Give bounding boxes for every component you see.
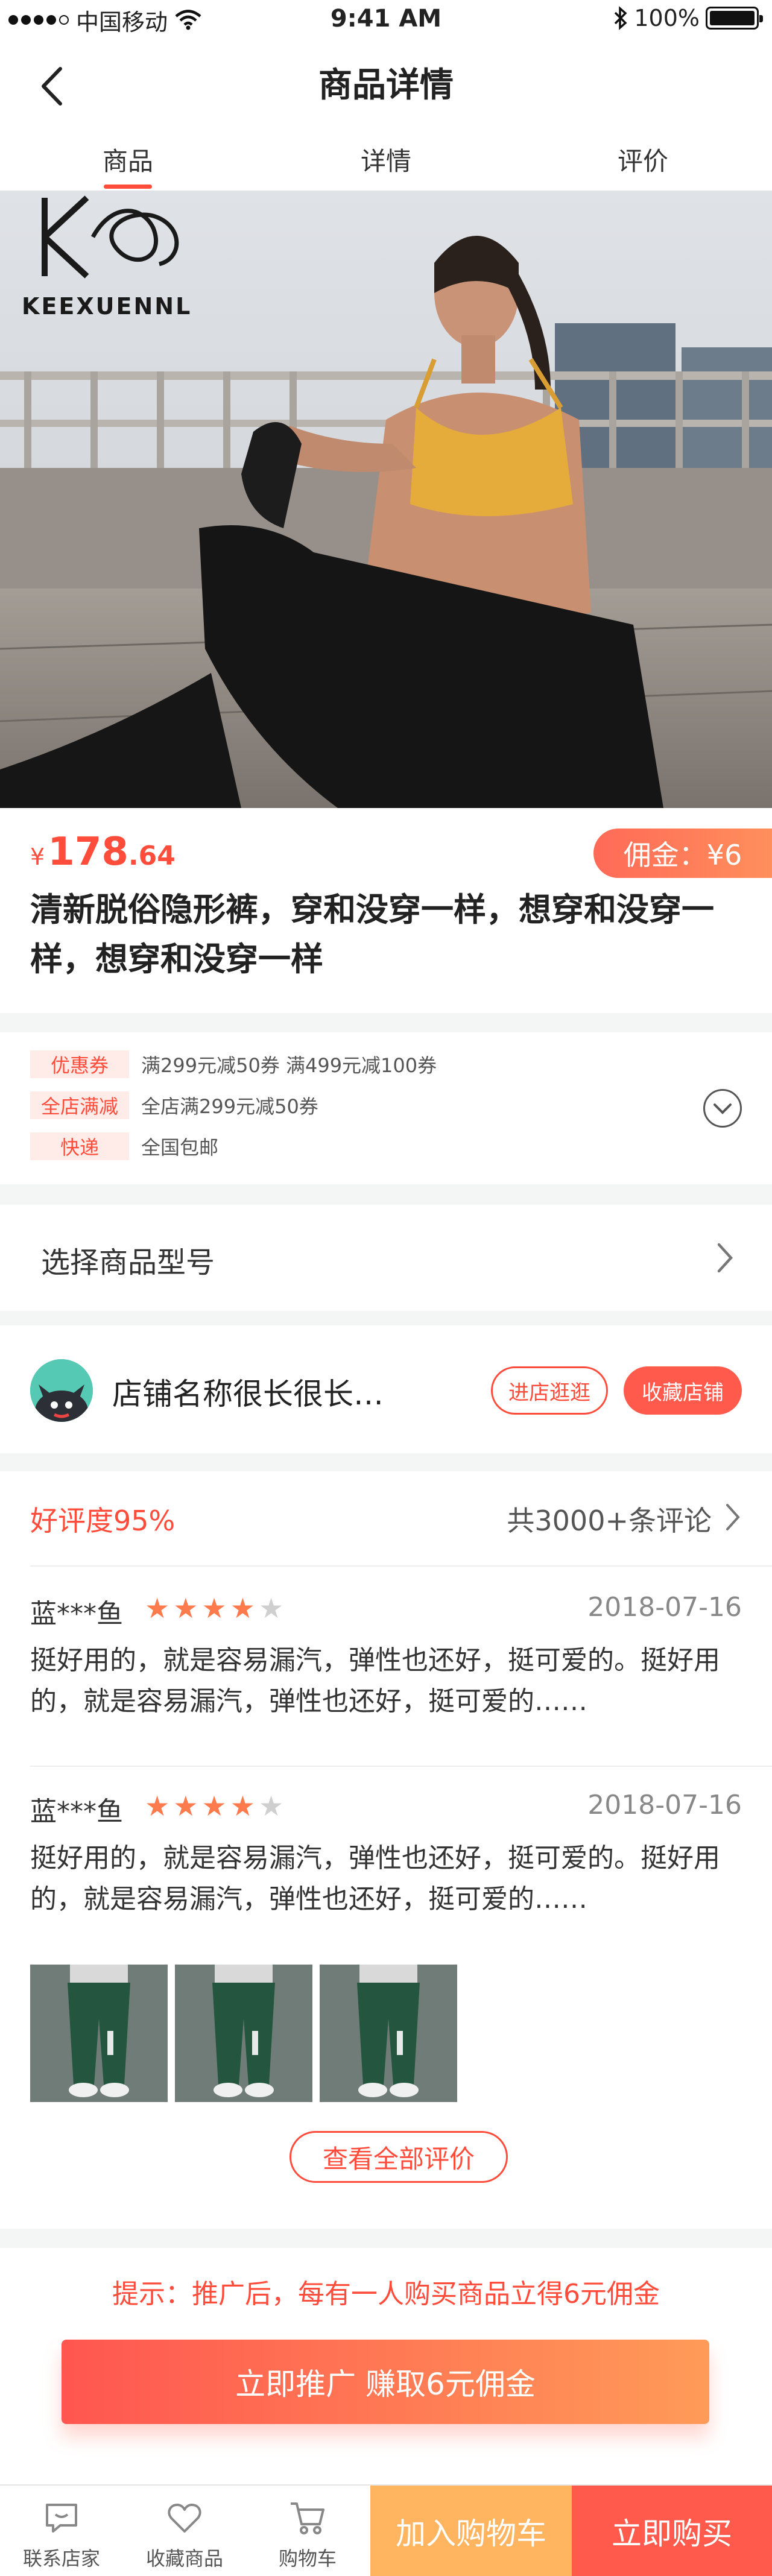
select-model-row[interactable]: 选择商品型号 — [0, 1205, 772, 1311]
commission-badge: 佣金：¥6 — [593, 829, 772, 878]
review-photo[interactable] — [175, 1965, 312, 2102]
promo-text: 全店满299元减50券 — [141, 1095, 318, 1118]
star-icon: ★ — [145, 1592, 170, 1624]
battery-percent: 100% — [634, 5, 700, 31]
promo-section[interactable]: 优惠券 满299元减50券 满499元减100券 全店满减 全店满299元减50… — [0, 1032, 772, 1184]
star-empty-icon: ★ — [259, 1592, 284, 1624]
divider — [30, 1565, 772, 1567]
review-photo[interactable] — [30, 1965, 168, 2102]
review-photo[interactable] — [320, 1965, 457, 2102]
price: ¥ 178.64 — [30, 830, 176, 874]
brand-logo-text: KEEXUENNL — [22, 293, 192, 320]
star-icon: ★ — [173, 1790, 198, 1822]
bluetooth-icon — [615, 6, 627, 30]
review-date: 2018-07-16 — [587, 1592, 742, 1623]
star-icon: ★ — [145, 1790, 170, 1822]
section-gap — [0, 1184, 772, 1205]
review-count-link[interactable]: 共3000+条评论 — [507, 1499, 712, 1539]
review-photos — [30, 1965, 457, 2102]
promote-tip: 提示：推广后，每有一人购买商品立得6元佣金 — [112, 2279, 660, 2309]
promo-text: 全国包邮 — [141, 1136, 219, 1159]
heart-icon — [168, 2504, 201, 2533]
buy-now-button[interactable]: 立即购买 — [572, 2486, 772, 2576]
star-icon: ★ — [230, 1790, 255, 1822]
favorite-product-label: 收藏商品 — [145, 2547, 223, 2570]
brand-logo — [42, 195, 179, 279]
contact-seller-button[interactable]: 联系店家 — [1, 2486, 122, 2576]
promote-button[interactable]: 立即推广 赚取6元佣金 — [62, 2340, 709, 2424]
review-photo-image — [175, 1965, 312, 2102]
promo-tag: 快递 — [30, 1132, 129, 1160]
star-icon: ★ — [201, 1592, 227, 1624]
chat-icon — [46, 2504, 77, 2533]
star-icon: ★ — [201, 1790, 227, 1822]
star-icon: ★ — [230, 1592, 255, 1624]
promo-tag: 全店满减 — [30, 1091, 129, 1119]
chevron-right-icon — [717, 1243, 733, 1273]
section-gap — [0, 1453, 772, 1471]
nav-bar: 商品详情 — [0, 40, 772, 130]
favorite-shop-button[interactable]: 收藏店铺 — [624, 1366, 742, 1415]
price-integer: 178 — [48, 830, 128, 874]
cart-icon — [291, 2502, 324, 2534]
select-model-label: 选择商品型号 — [41, 1246, 215, 1280]
status-bar: 中国移动 9:41 AM 100% — [0, 0, 772, 40]
section-gap — [0, 2229, 772, 2248]
promo-row-coupon: 优惠券 满299元减50券 满499元减100券 — [30, 1050, 437, 1078]
shop-avatar[interactable] — [30, 1359, 93, 1422]
review-text: 挺好用的，就是容易漏汽，弹性也还好，挺可爱的。挺好用的，就是容易漏汽，弹性也还好… — [30, 1645, 720, 1717]
status-right: 100% — [613, 5, 763, 31]
bottom-bar: 联系店家 收藏商品 购物车 加入购物车 立即购买 — [0, 2484, 772, 2576]
tab-product[interactable]: 商品 — [68, 141, 188, 189]
tab-details[interactable]: 详情 — [326, 141, 446, 178]
review-user: 蓝***鱼 — [30, 1796, 123, 1827]
review-item: 蓝***鱼 ★ ★ ★ ★ ★ 2018-07-16 挺好用的，就是容易漏汽，弹… — [30, 1790, 742, 2115]
promo-text: 满299元减50券 满499元减100券 — [141, 1054, 437, 1077]
price-decimal: .64 — [128, 841, 176, 871]
promo-row-shipping: 快递 全国包邮 — [30, 1132, 218, 1160]
section-gap — [0, 1311, 772, 1325]
star-icon: ★ — [173, 1592, 198, 1624]
chevron-down-icon — [713, 1103, 732, 1114]
rating-percent: 好评度95% — [30, 1504, 176, 1537]
divider — [30, 1766, 772, 1767]
shop-name[interactable]: 店铺名称很长很长… — [112, 1370, 384, 1413]
chevron-right-icon — [726, 1504, 740, 1530]
shop-section: 店铺名称很长很长… 进店逛逛 收藏店铺 — [0, 1325, 772, 1453]
promote-section: 提示：推广后，每有一人购买商品立得6元佣金 立即推广 赚取6元佣金 — [0, 2248, 772, 2488]
promo-tag: 优惠券 — [30, 1050, 129, 1078]
star-empty-icon: ★ — [259, 1790, 284, 1822]
battery-icon — [706, 7, 763, 30]
review-stars: ★ ★ ★ ★ ★ — [145, 1792, 283, 1820]
product-image[interactable]: KEEXUENNL — [0, 191, 772, 808]
view-all-reviews-button[interactable]: 查看全部评价 — [290, 2131, 508, 2183]
promo-row-store-discount: 全店满减 全店满299元减50券 — [30, 1091, 318, 1119]
review-text: 挺好用的，就是容易漏汽，弹性也还好，挺可爱的。挺好用的，就是容易漏汽，弹性也还好… — [30, 1843, 720, 1915]
review-user: 蓝***鱼 — [30, 1599, 123, 1629]
visit-shop-button[interactable]: 进店逛逛 — [491, 1366, 608, 1415]
tab-reviews[interactable]: 评价 — [583, 141, 703, 178]
reviews-section: 好评度95% 共3000+条评论 蓝***鱼 ★ ★ ★ ★ ★ 2018-07… — [0, 1471, 772, 2229]
price-symbol: ¥ — [30, 844, 45, 870]
favorite-product-button[interactable]: 收藏商品 — [124, 2486, 245, 2576]
price-section: ¥ 178.64 佣金：¥6 清新脱俗隐形裤，穿和没穿一样，想穿和没穿一样，想穿… — [0, 808, 772, 1013]
review-stars: ★ ★ ★ ★ ★ — [145, 1594, 283, 1622]
cart-label: 购物车 — [278, 2547, 337, 2570]
product-title: 清新脱俗隐形裤，穿和没穿一样，想穿和没穿一样，想穿和没穿一样 — [30, 891, 714, 978]
review-item: 蓝***鱼 ★ ★ ★ ★ ★ 2018-07-16 挺好用的，就是容易漏汽，弹… — [30, 1592, 742, 1749]
cart-button[interactable]: 购物车 — [247, 2486, 368, 2576]
review-photo-image — [30, 1965, 168, 2102]
tab-bar: 商品 详情 评价 — [0, 133, 772, 191]
page-title: 商品详情 — [318, 66, 454, 105]
review-date: 2018-07-16 — [587, 1790, 742, 1820]
contact-seller-label: 联系店家 — [22, 2547, 100, 2570]
shop-avatar-icon — [30, 1359, 93, 1422]
section-gap — [0, 1013, 772, 1032]
expand-promo-button[interactable] — [703, 1089, 742, 1128]
review-photo-image — [320, 1965, 457, 2102]
add-to-cart-button[interactable]: 加入购物车 — [370, 2486, 572, 2576]
